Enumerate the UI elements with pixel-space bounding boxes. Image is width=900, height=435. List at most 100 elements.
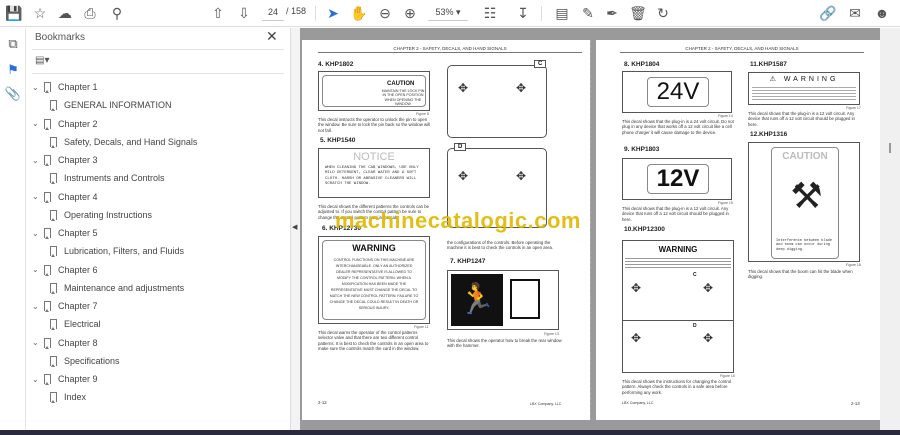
scrollbar-thumb[interactable] xyxy=(889,143,891,153)
bookmarks-panel: Bookmarks ✕ ▤▾ ⌄ Chapter 1 GENERAL INFORMA… xyxy=(26,28,290,435)
chevron-down-icon[interactable]: ⌄ xyxy=(32,192,44,201)
bookmark-icon xyxy=(50,355,57,367)
chevron-down-icon[interactable]: ⌄ xyxy=(32,338,44,347)
bookmark-chapter[interactable]: ⌄ Chapter 5 xyxy=(32,228,98,239)
bookmark-chapter[interactable]: ⌄ Chapter 6 xyxy=(32,264,98,276)
bookmark-chapter[interactable]: ⌄ Chapter 3 xyxy=(32,155,98,166)
bookmark-chapter[interactable]: ⌄ Chapter 4 xyxy=(32,191,98,203)
paragraph: This decal shows the instructions for ch… xyxy=(622,379,732,395)
bookmark-label: Chapter 6 xyxy=(58,264,98,275)
chevron-down-icon[interactable]: ⌄ xyxy=(32,375,44,384)
figure-label: Figure 14 xyxy=(718,114,733,118)
decal-khp1802: CAUTION MAINTAIN THE LOCK PIN IN THE OPE… xyxy=(318,71,430,111)
bookmark-item[interactable]: Index xyxy=(50,392,86,404)
page-number-input[interactable]: 24 xyxy=(262,4,284,21)
close-icon[interactable]: ✕ xyxy=(266,28,278,45)
comment-icon[interactable]: ▤ xyxy=(552,4,572,22)
panel-splitter[interactable] xyxy=(290,28,300,435)
page-number: 2-13 xyxy=(851,401,860,406)
bookmark-icon xyxy=(44,118,51,130)
share-link-icon[interactable]: 🔗 xyxy=(818,4,838,22)
section-title: 5. KHP1540 xyxy=(320,137,356,144)
bookmark-chapter[interactable]: ⌄ Chapter 8 xyxy=(32,337,98,349)
chevron-down-icon[interactable]: ⌄ xyxy=(32,83,44,92)
page-total: / 158 xyxy=(286,6,307,16)
divider xyxy=(541,6,542,21)
zoom-in-icon[interactable]: ⊕ xyxy=(400,4,420,22)
hand-icon[interactable]: ✋ xyxy=(349,4,369,22)
bookmark-item[interactable]: Instruments and Controls xyxy=(50,173,165,185)
bookmark-chapter[interactable]: ⌄ Chapter 2 xyxy=(32,118,98,130)
section-title: 9. KHP1803 xyxy=(624,146,660,153)
figure-label: Figure 18 xyxy=(846,263,861,267)
panel-title: Bookmarks xyxy=(35,32,86,43)
notice-label: NOTICE xyxy=(353,151,395,163)
chevron-down-icon[interactable]: ⌄ xyxy=(32,119,44,128)
figure-label: Figure 13 xyxy=(544,332,559,336)
bookmark-icon xyxy=(44,264,51,276)
bookmark-options-button[interactable]: ▤▾ xyxy=(35,55,49,66)
paragraph: the configurations of the controls. Befo… xyxy=(447,240,554,251)
bookmark-item[interactable]: Operating Instructions xyxy=(50,209,153,221)
sign-icon[interactable]: ✒ xyxy=(602,4,622,22)
bookmark-item[interactable]: Specifications xyxy=(50,355,120,367)
bookmark-label: Operating Instructions xyxy=(64,209,153,220)
page-down-icon[interactable]: ⇩ xyxy=(234,4,254,22)
bookmark-item[interactable]: Maintenance and adjustments xyxy=(50,282,184,294)
bookmark-icon xyxy=(44,82,51,93)
bookmark-chapter[interactable]: ⌄ Chapter 7 xyxy=(32,301,98,312)
zoom-level-select[interactable]: 53% ▾ xyxy=(428,4,468,21)
print-icon[interactable]: ⎙ xyxy=(80,4,100,22)
search-icon[interactable]: ⚲ xyxy=(107,4,127,22)
chevron-down-icon[interactable]: ⌄ xyxy=(32,156,44,165)
pattern-label: C xyxy=(693,272,697,278)
bookmark-icon xyxy=(50,209,57,221)
bookmark-icon xyxy=(44,191,51,203)
bookmark-item[interactable]: GENERAL INFORMATION xyxy=(50,100,172,112)
page-up-icon[interactable]: ⇧ xyxy=(208,4,228,22)
figure-label: Figure 11 xyxy=(414,325,429,329)
attachment-icon[interactable]: 📎 xyxy=(4,86,22,104)
chevron-down-icon[interactable]: ⌄ xyxy=(32,229,44,238)
star-icon[interactable]: ☆ xyxy=(30,4,50,22)
paragraph: This decal shows that the plug-in is a 1… xyxy=(748,111,855,127)
page-header: CHAPTER 2 - SAFETY, DECALS, AND HAND SIG… xyxy=(318,46,582,53)
bookmark-icon xyxy=(50,136,57,148)
account-icon[interactable]: ☻ xyxy=(872,4,892,22)
save-icon[interactable]: 💾 xyxy=(4,4,24,22)
warning-label: ⚠ WARNING xyxy=(769,76,839,83)
vertical-scrollbar[interactable] xyxy=(880,28,900,430)
highlight-pen-icon[interactable]: ✎ xyxy=(578,4,598,22)
bookmark-item[interactable]: Lubrication, Filters, and Fluids xyxy=(50,246,184,258)
prev-page-arrow[interactable]: ◀ xyxy=(292,223,297,231)
decal-khp1247: 🏃 xyxy=(447,270,559,330)
scroll-mode-icon[interactable]: ↧ xyxy=(513,4,533,22)
bookmark-label: Safety, Decals, and Hand Signals xyxy=(64,136,198,147)
bookmark-label: Chapter 4 xyxy=(58,191,98,202)
watermark: machinecatalogic.com xyxy=(335,208,581,233)
cloud-upload-icon[interactable]: ☁ xyxy=(55,4,75,22)
page-thumbnails-icon[interactable]: ⧉ xyxy=(4,36,22,54)
bookmark-label: Chapter 1 xyxy=(58,82,98,92)
bookmark-icon[interactable]: ⚑ xyxy=(4,62,22,80)
bookmark-label: Specifications xyxy=(64,355,120,366)
figure-label: Figure 16 xyxy=(720,374,735,378)
decal-khp1803: 12V xyxy=(622,158,732,200)
delete-icon[interactable]: 🗑 xyxy=(628,4,648,22)
bookmark-item[interactable]: Electrical xyxy=(50,319,101,331)
decal-12v: 12V xyxy=(656,165,700,192)
footer-company: LBX Company, LLC xyxy=(530,402,562,406)
paragraph: This decal shows that the boom can hit t… xyxy=(748,269,853,280)
taskbar xyxy=(0,430,900,435)
bookmark-item[interactable]: Safety, Decals, and Hand Signals xyxy=(50,136,198,148)
bookmark-label: GENERAL INFORMATION xyxy=(64,100,172,111)
email-icon[interactable]: ✉ xyxy=(845,4,865,22)
bookmark-chapter[interactable]: ⌄ Chapter 1 xyxy=(32,82,98,93)
bookmark-chapter[interactable]: ⌄ Chapter 9 xyxy=(32,374,98,385)
chevron-down-icon[interactable]: ⌄ xyxy=(32,302,44,311)
rotate-icon[interactable]: ↻ xyxy=(653,4,673,22)
zoom-out-icon[interactable]: ⊖ xyxy=(375,4,395,22)
fit-page-icon[interactable]: ☷ xyxy=(480,4,500,22)
chevron-down-icon[interactable]: ⌄ xyxy=(32,265,44,274)
select-cursor-icon[interactable]: ➤ xyxy=(323,4,343,22)
